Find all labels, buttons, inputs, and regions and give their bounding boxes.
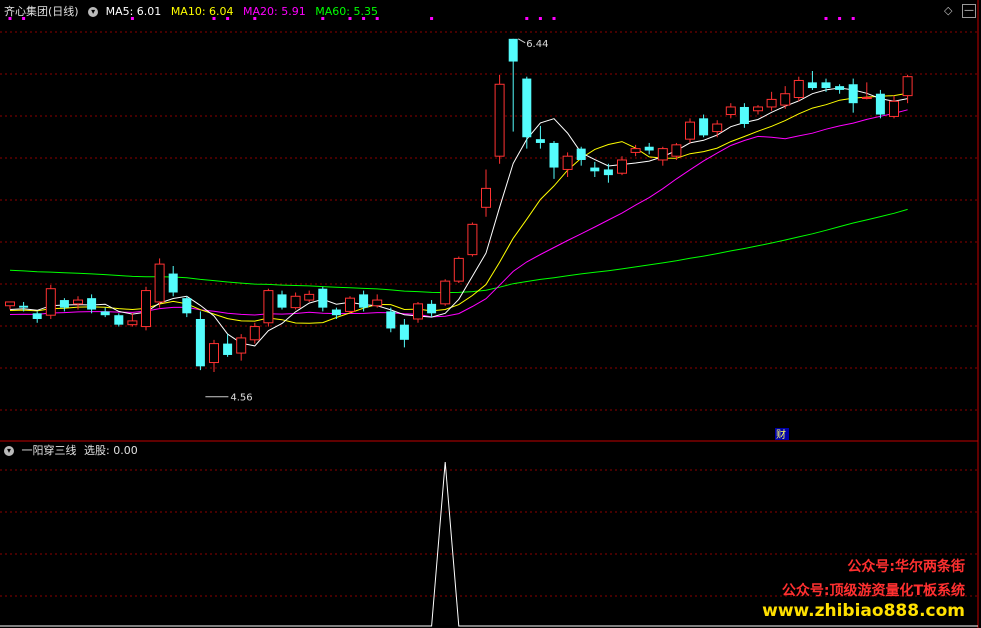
ma60-label: MA60: 5.35: [315, 5, 378, 18]
chart-canvas: 6.44 4.56 财: [0, 0, 979, 628]
candle-body-down: [223, 343, 233, 355]
candle-body-down: [195, 318, 205, 367]
candle-body-up: [304, 293, 315, 301]
candle-body-down: [699, 118, 709, 136]
candle-body-up: [141, 290, 151, 328]
candle-body-up: [562, 155, 573, 170]
signal-dot: [851, 17, 855, 20]
candle-body-down: [427, 303, 437, 314]
dropdown-icon[interactable]: ▾: [88, 7, 99, 17]
candle-body-up: [5, 301, 15, 307]
candle-body-down: [399, 324, 409, 340]
stock-title: 齐心集团(日线): [4, 5, 79, 18]
candle-body-up: [617, 159, 627, 174]
candle-body-up: [766, 98, 777, 108]
signal-dot: [430, 17, 434, 20]
candle-body-up: [657, 148, 668, 161]
candle-body-down: [19, 305, 29, 308]
candle-body-down: [59, 300, 69, 308]
candle-body-up: [712, 123, 723, 133]
signal-dot: [538, 17, 542, 20]
candle-body-down: [848, 84, 858, 104]
candle-body-down: [739, 106, 749, 125]
diamond-icon[interactable]: ◇: [944, 4, 952, 18]
candle-body-up: [372, 299, 383, 307]
candle-body-down: [603, 169, 613, 176]
candle-body-down: [32, 313, 42, 319]
candle-body-down: [590, 167, 600, 172]
candle-body-up: [127, 320, 138, 326]
watermark-url: www.zhibiao888.com: [762, 601, 965, 621]
candle-body-up: [290, 295, 301, 309]
candle-body-down: [168, 273, 178, 293]
candle-body-down: [277, 294, 287, 308]
candle-body-up: [494, 83, 505, 157]
candle-body-down: [386, 311, 396, 329]
indicator-title: 一阳穿三线: [21, 444, 77, 457]
candle-body-down: [87, 298, 97, 310]
ma5-label: MA5: 6.01: [105, 5, 162, 18]
candle-body-up: [725, 106, 736, 116]
candle-body-down: [182, 298, 192, 314]
candle-body-up: [685, 121, 695, 140]
candle-body-up: [671, 144, 682, 157]
high-price-label: 6.44: [526, 39, 548, 50]
signal-dot: [838, 17, 842, 20]
low-price-label: 4.56: [230, 393, 252, 404]
signal-dot: [552, 17, 556, 20]
candle-body-up: [467, 223, 478, 256]
candle-body-up: [249, 326, 260, 341]
candle-body-down: [114, 315, 124, 325]
candle-body-down: [318, 288, 328, 308]
candle-body-up: [345, 297, 355, 312]
candle-body-down: [508, 38, 518, 62]
candle-body-up: [630, 148, 641, 153]
candle-body-down: [875, 93, 885, 115]
main-panel-header: 齐心集团(日线) ▾ MA5: 6.01 MA10: 6.04 MA20: 5.…: [4, 5, 378, 19]
watermark-line-2: 公众号:顶级游资量化T板系统: [781, 583, 965, 599]
signal-dot: [824, 17, 828, 20]
candle-body-down: [331, 309, 341, 316]
candle-body-down: [549, 142, 559, 168]
candle-body-up: [780, 93, 791, 106]
candle-body-down: [821, 82, 831, 89]
indicator-value: 选股: 0.00: [84, 444, 138, 457]
candle-body-up: [413, 303, 423, 320]
candle-body-down: [807, 82, 817, 89]
signal-dot: [525, 17, 529, 20]
candle-body-up: [453, 257, 464, 282]
candle-body-down: [100, 311, 110, 316]
candle-body-down: [535, 139, 545, 143]
candle-body-down: [522, 78, 532, 138]
candle-body-up: [209, 343, 219, 364]
minimize-button[interactable]: —: [962, 4, 976, 18]
dropdown-icon[interactable]: ▾: [4, 446, 14, 456]
candle-body-up: [861, 97, 872, 100]
candle-body-up: [154, 263, 165, 303]
ma10-line: [9, 92, 908, 324]
candle-body-down: [644, 146, 654, 151]
candle-body-up: [753, 106, 763, 112]
candle-body-up: [902, 76, 913, 97]
candle-body-up: [889, 100, 899, 117]
candle-body-up: [481, 187, 491, 208]
ma10-label: MA10: 6.04: [170, 5, 234, 18]
candle-body-down: [576, 148, 586, 160]
candle-body-up: [793, 79, 804, 99]
fin-badge: 财: [776, 428, 786, 441]
high-arrow: [517, 38, 526, 44]
candle-body-down: [359, 294, 369, 308]
candle-body-up: [45, 288, 56, 316]
ma20-line: [9, 109, 908, 318]
watermark-line-1: 公众号:华尔两条街: [847, 559, 965, 575]
sub-panel-header: ▾ 一阳穿三线 选股: 0.00: [4, 444, 138, 458]
candlestick-series[interactable]: [5, 38, 913, 372]
candle-body-up: [236, 337, 247, 354]
candle-body-down: [835, 86, 845, 90]
candle-body-up: [440, 280, 451, 305]
candle-body-up: [73, 299, 83, 305]
ma20-label: MA20: 5.91: [243, 5, 306, 18]
candle-body-up: [263, 290, 274, 324]
